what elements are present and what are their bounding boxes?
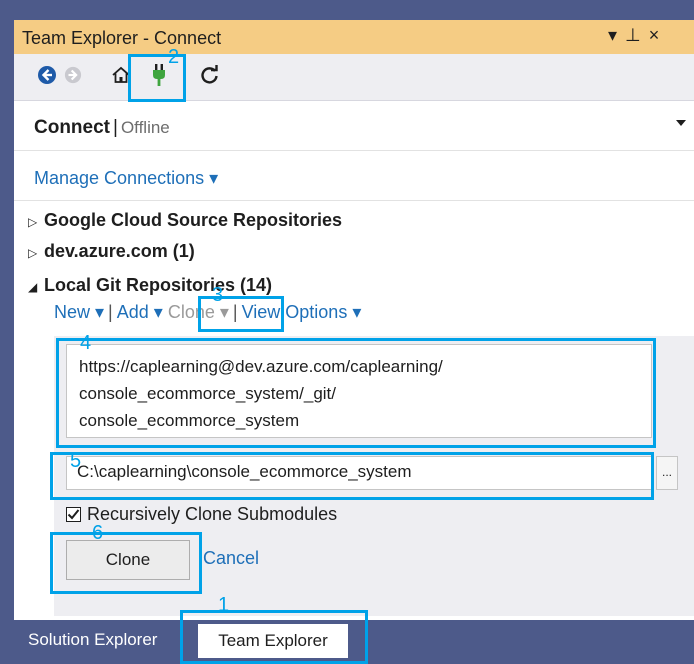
provider-label: dev.azure.com (1) <box>44 241 195 261</box>
annotation-box-1 <box>180 610 368 664</box>
connection-status: Offline <box>120 118 170 137</box>
pin-icon[interactable]: ⊥ <box>625 25 649 45</box>
recursive-clone-checkbox[interactable] <box>66 507 81 522</box>
back-arrow-icon <box>38 66 56 84</box>
recursive-clone-option[interactable]: Recursively Clone Submodules <box>66 504 337 525</box>
dropdown-icon[interactable]: ▾ <box>608 25 625 45</box>
close-icon[interactable]: × <box>649 25 668 45</box>
refresh-icon <box>201 65 218 84</box>
divider <box>14 150 694 151</box>
annotation-number-6: 6 <box>92 522 104 544</box>
annotation-number-4: 4 <box>80 332 92 354</box>
annotation-box-4 <box>56 338 656 448</box>
tab-solution-explorer[interactable]: Solution Explorer <box>28 630 157 650</box>
cancel-link[interactable]: Cancel <box>203 548 259 569</box>
page-title: Connect | Offline <box>34 117 170 139</box>
annotation-box-3 <box>198 296 284 332</box>
collapse-triangle-icon[interactable]: ◢ <box>28 280 44 294</box>
expand-triangle-icon[interactable]: ▷ <box>28 215 44 229</box>
title-separator: | <box>113 117 118 138</box>
action-separator: | <box>108 302 113 322</box>
provider-label: Google Cloud Source Repositories <box>44 210 343 230</box>
connect-label: Connect <box>34 117 110 138</box>
new-menu-link[interactable]: New ▾ <box>54 302 104 322</box>
add-menu-link[interactable]: Add ▾ <box>117 302 163 322</box>
checkmark-icon <box>67 509 80 520</box>
annotation-number-3: 3 <box>212 284 224 306</box>
expand-triangle-icon[interactable]: ▷ <box>28 246 44 260</box>
provider-dev-azure[interactable]: ▷ dev.azure.com (1) <box>28 241 195 262</box>
forward-arrow-icon <box>64 66 82 84</box>
annotation-number-5: 5 <box>70 450 82 472</box>
manage-connections-link[interactable]: Manage Connections ▾ <box>34 168 218 189</box>
window-title: Team Explorer - Connect <box>22 28 222 48</box>
annotation-number-2: 2 <box>168 46 180 68</box>
annotation-box-6 <box>50 532 202 594</box>
browse-button[interactable]: ... <box>656 456 678 490</box>
refresh-button[interactable] <box>197 62 223 88</box>
annotation-box-5 <box>50 452 654 500</box>
forward-button[interactable] <box>60 62 86 88</box>
recursive-clone-label: Recursively Clone Submodules <box>87 504 338 524</box>
provider-google-cloud[interactable]: ▷ Google Cloud Source Repositories <box>28 210 342 231</box>
chevron-down-icon[interactable] <box>674 116 688 130</box>
provider-local-git[interactable]: ◢ Local Git Repositories (14) <box>28 275 272 296</box>
provider-label: Local Git Repositories (14) <box>44 275 273 295</box>
back-button[interactable] <box>34 62 60 88</box>
annotation-number-1: 1 <box>218 594 230 616</box>
window-controls[interactable]: ▾⊥× <box>608 25 667 46</box>
divider <box>14 200 694 201</box>
